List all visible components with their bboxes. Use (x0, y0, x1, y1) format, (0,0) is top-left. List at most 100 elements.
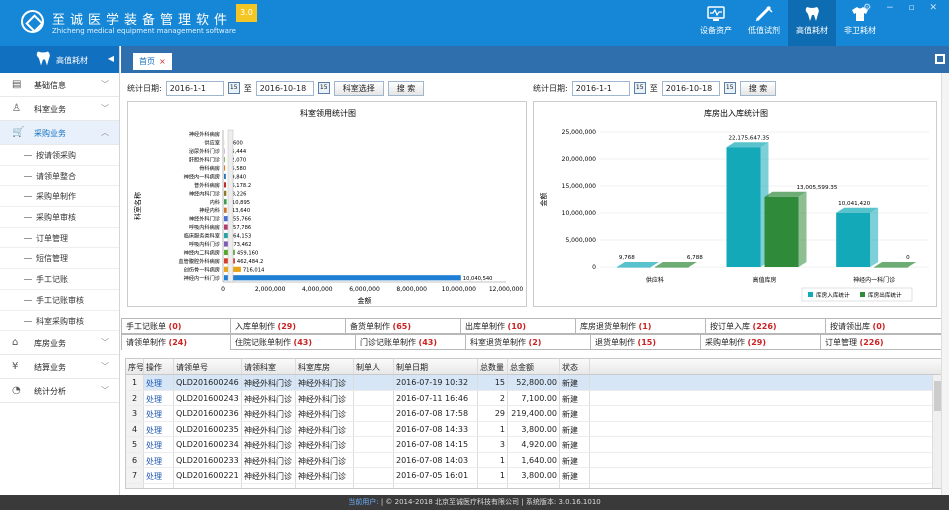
task-tab[interactable]: 按订单入库 (226) (706, 318, 826, 334)
table-row[interactable]: 8处理QLD201600215神经外科门诊神经外科门诊2016-07-05 13… (126, 483, 942, 488)
x-tick-label: 6,000,000 (349, 286, 380, 293)
module-label: 非卫耗材 (844, 26, 876, 35)
process-link[interactable]: 处理 (144, 375, 174, 390)
copyright: © 2014-2018 北京至诚医疗科技有限公司 (385, 498, 520, 506)
task-tab[interactable]: 手工记账单 (0) (121, 318, 231, 334)
column-header[interactable]: 制单日期 (394, 359, 478, 374)
process-link[interactable]: 处理 (144, 483, 174, 488)
search-button[interactable]: 搜 索 (739, 80, 777, 96)
process-link[interactable]: 处理 (144, 390, 174, 405)
count-badge: (0) (168, 322, 182, 331)
task-tab[interactable]: 采购单制作 (29) (701, 334, 821, 350)
column-header[interactable]: 总金额 (508, 359, 560, 374)
sidebar-group-basic[interactable]: ▤ 基础信息 ﹀ (0, 73, 119, 97)
calendar-icon[interactable]: 15 (723, 82, 736, 94)
x-tick-label: 12,000,000 (489, 286, 524, 293)
task-tab[interactable]: 按请领出库 (0) (826, 318, 949, 334)
module-high-value[interactable]: 高值耗材 (788, 0, 836, 46)
table-row[interactable]: 4 处理 QLD201600235 神经外科门诊 神经外科门诊 2016-07-08 14… (126, 421, 942, 437)
sidebar-item[interactable]: 科室采购审核 (0, 311, 119, 332)
sidebar-item[interactable]: 采购单制作 (0, 186, 119, 208)
task-tab[interactable]: 退货单制作 (15) (591, 334, 701, 350)
fullscreen-icon[interactable] (935, 54, 945, 64)
task-tab[interactable]: 备货单制作 (65) (346, 318, 461, 334)
table-row[interactable]: 1 处理 QLD201600246 神经外科门诊 神经外科门诊 2016-07-19 10… (126, 375, 942, 391)
dept-select-button[interactable]: 科室选择 (333, 80, 384, 96)
table-cell: 3,800.00 (508, 483, 560, 488)
module-equipment[interactable]: 设备资产 (692, 0, 740, 46)
task-tab[interactable]: 请领单制作 (24) (121, 334, 231, 350)
y-tick-label: 临床服务类科室 (184, 232, 220, 240)
close-icon[interactable]: × (159, 57, 166, 66)
sidebar-group-dept[interactable]: ♙ 科室业务 ﹀ (0, 97, 119, 121)
bar (224, 216, 228, 222)
table-cell: 4,920.00 (508, 437, 560, 452)
table-cell: 5 (126, 437, 144, 452)
process-link[interactable]: 处理 (144, 406, 174, 421)
sidebar-item[interactable]: 采购单审核 (0, 207, 119, 228)
page-scrollbar[interactable] (941, 73, 949, 495)
search-button[interactable]: 搜 索 (387, 80, 425, 96)
end-date-input[interactable]: 2016-10-18 (255, 80, 314, 96)
column-header[interactable]: 总数量 (478, 359, 508, 374)
column-header[interactable]: 请领科室 (242, 359, 296, 374)
table-row[interactable]: 5 处理 QLD201600234 神经外科门诊 神经外科门诊 2016-07-08 14… (126, 437, 942, 453)
sidebar-item[interactable]: 按请领采购 (0, 145, 119, 166)
sidebar-item[interactable]: 手工记账 (0, 269, 119, 290)
task-tab[interactable]: 订单管理 (226) (821, 334, 949, 350)
task-tab[interactable]: 库房退货单制作 (1) (576, 318, 706, 334)
table-row[interactable]: 2 处理 QLD201600243 神经外科门诊 神经外科门诊 2016-07-11 16… (126, 390, 942, 406)
task-tab[interactable]: 出库单制作 (10) (461, 318, 576, 334)
process-link[interactable]: 处理 (144, 437, 174, 452)
x-tick-label: 神经内一科门诊 (853, 276, 895, 284)
start-date-input[interactable]: 2016-1-1 (571, 80, 630, 96)
window-controls[interactable]: ⚙ − ▫ ✕ (863, 3, 943, 13)
sidebar-header[interactable]: 高值耗材 ◀ (0, 46, 119, 73)
table-cell: 1 (478, 452, 508, 467)
column-header[interactable]: 序号 (126, 359, 144, 374)
table-row[interactable]: 6 处理 QLD201600233 神经外科门诊 神经外科门诊 2016-07-08 14… (126, 452, 942, 468)
column-header[interactable]: 制单人 (354, 359, 394, 374)
task-tab[interactable]: 入库单制作 (29) (231, 318, 346, 334)
sidebar-group-purchase[interactable]: 🛒 采购业务 ︿ (0, 121, 119, 145)
sidebar-group-settlement[interactable]: ¥ 结算业务 ﹀ (0, 355, 119, 380)
table-cell: 2016-07-05 16:01 (394, 468, 478, 483)
process-link[interactable]: 处理 (144, 452, 174, 467)
module-reagent[interactable]: 低值试剂 (740, 0, 788, 46)
table-cell: 2 (478, 390, 508, 405)
bar (224, 207, 227, 213)
table-cell: 神经外科门诊 (242, 468, 296, 483)
table-cell: 3,800.00 (508, 421, 560, 436)
collapse-icon[interactable]: ◀ (108, 54, 114, 63)
main-content: 统计日期: 2016-1-1 15 至 2016-10-18 15 科室选择 搜… (121, 73, 949, 495)
tab-home[interactable]: 首页 × (133, 53, 172, 70)
process-link[interactable]: 处理 (144, 468, 174, 483)
table-cell: 2016-07-11 16:46 (394, 390, 478, 405)
task-tab[interactable]: 科室退货单制作 (2) (466, 334, 591, 350)
x-tick-label: 4,000,000 (302, 286, 333, 293)
process-link[interactable]: 处理 (144, 421, 174, 436)
calendar-icon[interactable]: 15 (227, 82, 240, 94)
sidebar-item[interactable]: 手工记账审核 (0, 290, 119, 311)
sidebar-group-warehouse[interactable]: ⌂ 库房业务 ﹀ (0, 331, 119, 356)
sidebar-item[interactable]: 短信管理 (0, 248, 119, 270)
task-tab[interactable]: 住院记账单制作 (43) (231, 334, 356, 350)
column-header[interactable]: 状态 (560, 359, 590, 374)
column-header[interactable]: 科室库房 (296, 359, 354, 374)
sidebar-item[interactable]: 订单管理 (0, 228, 119, 249)
end-date-input[interactable]: 2016-10-18 (661, 80, 720, 96)
sidebar-group-stats[interactable]: ◔ 统计分析 ﹀ (0, 379, 119, 404)
table-cell: 新建 (560, 483, 590, 488)
column-header[interactable]: 请领单号 (174, 359, 242, 374)
date-label: 统计日期: (533, 83, 568, 93)
task-tab[interactable]: 门诊记账单制作 (43) (356, 334, 466, 350)
table-cell: 52,800.00 (508, 375, 560, 390)
calendar-icon[interactable]: 15 (633, 82, 646, 94)
table-row[interactable]: 7 处理 QLD201600221 神经外科门诊 神经外科门诊 2016-07-05 16… (126, 468, 942, 484)
column-header[interactable]: 操作 (144, 359, 174, 374)
table-row[interactable]: 3 处理 QLD201600236 神经外科门诊 神经外科门诊 2016-07-08 17… (126, 406, 942, 422)
sidebar-item[interactable]: 请领单整合 (0, 166, 119, 187)
start-date-input[interactable]: 2016-1-1 (165, 80, 224, 96)
data-label: 9,768 (619, 255, 635, 261)
calendar-icon[interactable]: 15 (317, 82, 330, 94)
